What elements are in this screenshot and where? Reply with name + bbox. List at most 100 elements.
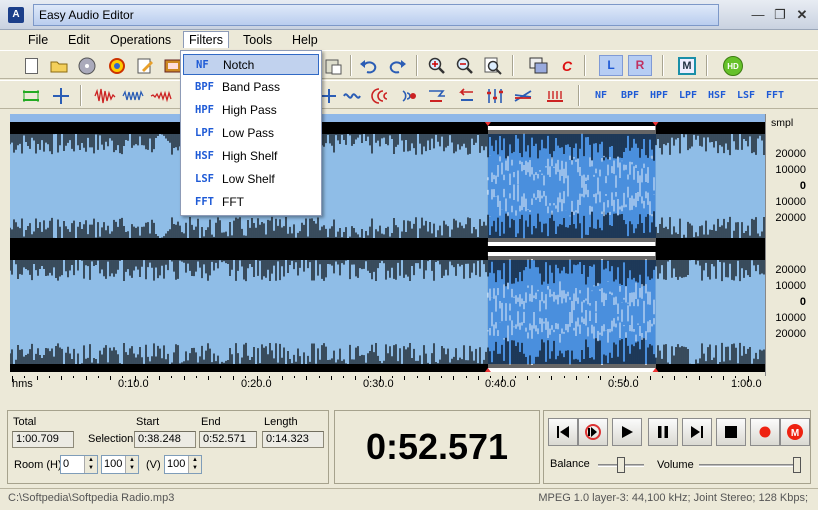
- edit-icon[interactable]: [134, 55, 156, 76]
- new-file-icon[interactable]: [20, 55, 42, 76]
- time-tick: [318, 376, 320, 378]
- hpf-filter-button[interactable]: HPF: [646, 85, 672, 106]
- volume-slider-thumb[interactable]: [793, 457, 801, 473]
- menu-edit[interactable]: Edit: [63, 32, 95, 49]
- waveform-canvas[interactable]: [10, 114, 808, 376]
- invert-icon[interactable]: [456, 85, 478, 106]
- time-tick: [563, 376, 565, 378]
- zoom-in-icon[interactable]: [426, 55, 448, 76]
- ch2-axis-label: 10000: [775, 280, 806, 292]
- time-tick: [281, 376, 283, 380]
- hsf-filter-button[interactable]: HSF: [704, 85, 730, 106]
- stop-button[interactable]: [716, 418, 746, 446]
- start-value[interactable]: 0:38.248: [134, 431, 196, 448]
- m-button[interactable]: M: [676, 55, 698, 76]
- menu-tools[interactable]: Tools: [238, 32, 277, 49]
- time-tick: [490, 376, 492, 378]
- menu-file[interactable]: File: [23, 32, 53, 49]
- volume-slider-track[interactable]: [699, 464, 801, 467]
- fft-filter-button[interactable]: FFT: [762, 85, 788, 106]
- fade-icon[interactable]: [150, 85, 172, 106]
- waveform-view[interactable]: [10, 114, 808, 376]
- minimize-icon[interactable]: —: [747, 5, 769, 25]
- convert-icon[interactable]: [106, 55, 128, 76]
- filter-menu-item-band-pass[interactable]: BPF Band Pass: [183, 77, 319, 98]
- right-channel-button[interactable]: R: [627, 55, 653, 76]
- lpf-filter-button[interactable]: LPF: [675, 85, 701, 106]
- left-channel-button[interactable]: L: [598, 55, 624, 76]
- pitch-icon[interactable]: [512, 85, 534, 106]
- end-value[interactable]: 0:52.571: [199, 431, 257, 448]
- filter-menu-item-low-pass[interactable]: LPF Low Pass: [183, 123, 319, 144]
- select-all-icon[interactable]: [20, 85, 42, 106]
- balance-slider-thumb[interactable]: [617, 457, 625, 473]
- flanger-icon[interactable]: [398, 85, 420, 106]
- filter-menu-item-high-shelf[interactable]: HSF High Shelf: [183, 146, 319, 167]
- nf-filter-button[interactable]: NF: [588, 85, 614, 106]
- record-m-button[interactable]: M: [780, 418, 810, 446]
- channel-separator: [10, 246, 765, 252]
- skip-forward-button[interactable]: [682, 418, 712, 446]
- zoom-out-icon[interactable]: [454, 55, 476, 76]
- room-v-stepper[interactable]: 100 ▲ ▼: [164, 455, 202, 474]
- cd-icon[interactable]: [76, 55, 98, 76]
- amplify-icon[interactable]: [94, 85, 116, 106]
- filter-label: High Shelf: [222, 149, 278, 163]
- time-tick: [404, 376, 406, 380]
- time-tick: [48, 376, 50, 378]
- length-value[interactable]: 0:14.323: [262, 431, 324, 448]
- c-button[interactable]: C: [556, 55, 578, 76]
- time-tick: [514, 376, 516, 378]
- start-label: Start: [136, 416, 160, 428]
- bpf-filter-button[interactable]: BPF: [617, 85, 643, 106]
- balance-label: Balance: [550, 458, 590, 470]
- equalizer-icon[interactable]: [484, 85, 506, 106]
- reverb-icon[interactable]: [370, 85, 392, 106]
- pause-button[interactable]: [648, 418, 678, 446]
- stepper-arrows-icon[interactable]: ▲ ▼: [188, 456, 201, 473]
- record-button[interactable]: [750, 418, 780, 446]
- redo-icon[interactable]: [386, 55, 408, 76]
- mix-icon[interactable]: [528, 55, 550, 76]
- paste-new-icon[interactable]: [322, 55, 344, 76]
- room-h-start-stepper[interactable]: 0 ▲ ▼: [60, 455, 98, 474]
- time-tick: [747, 376, 749, 382]
- time-tick: [379, 376, 381, 382]
- stepper-arrows-icon[interactable]: ▲ ▼: [125, 456, 138, 473]
- effects-toolbar: NF BPF HPF LPF HSF LSF FFT: [0, 80, 818, 109]
- undo-icon[interactable]: [358, 55, 380, 76]
- main-toolbar: C L R M HD: [0, 50, 818, 79]
- normalize-icon[interactable]: [122, 85, 144, 106]
- close-icon[interactable]: ✕: [791, 5, 813, 25]
- menu-operations[interactable]: Operations: [105, 32, 176, 49]
- filter-menu-item-notch[interactable]: NF Notch: [183, 54, 319, 75]
- hd-button[interactable]: HD: [722, 55, 744, 76]
- play-loop-button[interactable]: [578, 418, 608, 446]
- open-folder-icon[interactable]: [48, 55, 70, 76]
- app-icon: A: [8, 7, 24, 23]
- zoom-fit-icon[interactable]: [482, 55, 504, 76]
- filter-menu-item-fft[interactable]: FFT FFT: [183, 192, 319, 213]
- menu-help[interactable]: Help: [287, 32, 323, 49]
- skip-back-button[interactable]: [548, 418, 578, 446]
- time-tick: [600, 376, 602, 380]
- time-tick: [710, 376, 712, 378]
- filter-menu-item-high-pass[interactable]: HPF High Pass: [183, 100, 319, 121]
- marker-icon[interactable]: [50, 85, 72, 106]
- timeline-ruler[interactable]: hms 0:10.0 0:20.0 0:30.0 0:40.0 0:50.0 1…: [10, 376, 765, 394]
- selection-label: Selection: [88, 433, 134, 445]
- filters-dropdown-menu: NF Notch BPF Band Pass HPF High Pass LPF Low…: [180, 50, 322, 216]
- echo-icon[interactable]: [342, 85, 364, 106]
- room-h-end-stepper[interactable]: 100 ▲ ▼: [101, 455, 139, 474]
- menu-filters[interactable]: Filters: [183, 31, 230, 48]
- filter-menu-item-low-shelf[interactable]: LSF Low Shelf: [183, 169, 319, 190]
- lsf-filter-button[interactable]: LSF: [733, 85, 759, 106]
- stepper-arrows-icon[interactable]: ▲ ▼: [84, 456, 97, 473]
- silence-icon[interactable]: [544, 85, 566, 106]
- time-tick: [465, 376, 467, 378]
- total-label: Total: [13, 416, 37, 428]
- play-button[interactable]: [612, 418, 642, 446]
- reverse-icon[interactable]: [426, 85, 448, 106]
- time-tick: [73, 376, 75, 378]
- maximize-icon[interactable]: ❐: [769, 5, 791, 25]
